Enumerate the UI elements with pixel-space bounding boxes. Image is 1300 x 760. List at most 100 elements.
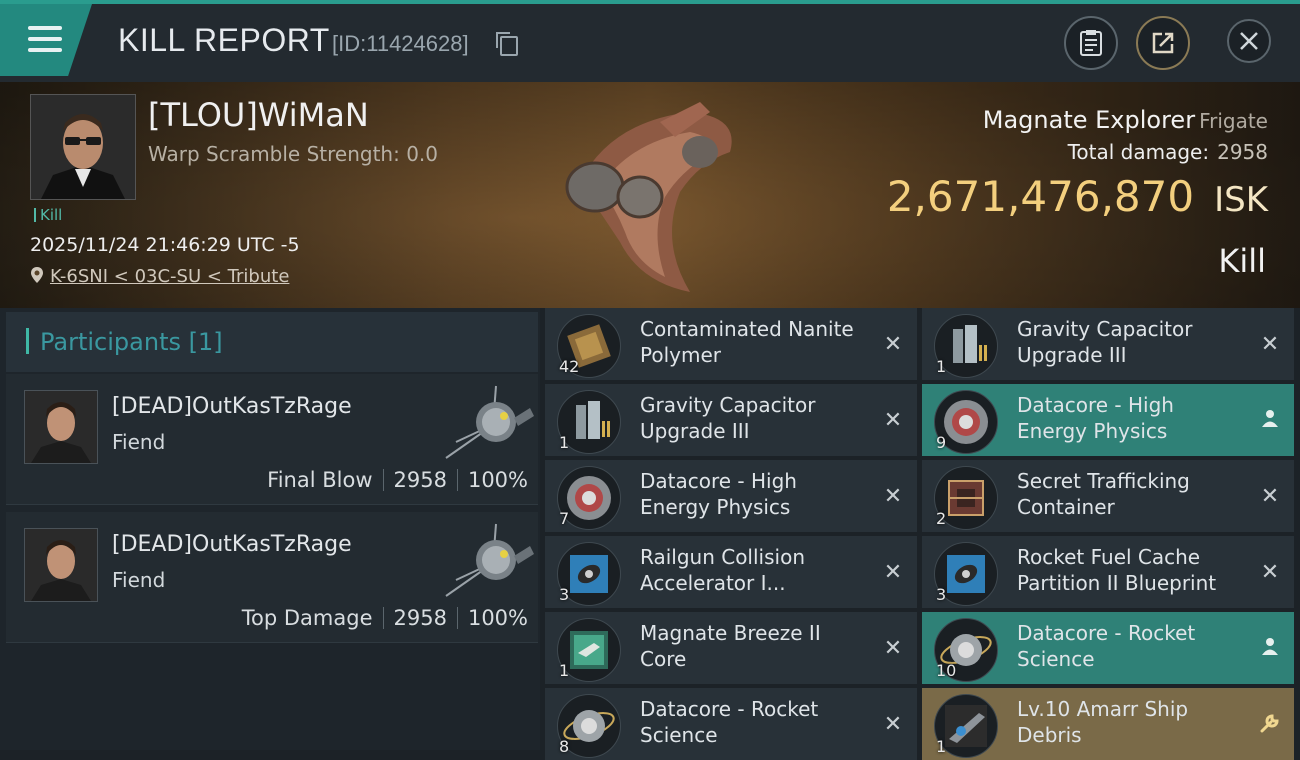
participants-header: Participants [1] [6, 312, 538, 372]
isk-value: 2,671,476,870 [886, 172, 1195, 221]
item-name: Gravity Capacitor Upgrade III [1017, 317, 1193, 367]
clipboard-button[interactable] [1064, 16, 1118, 70]
item-row[interactable]: 7 Datacore - High Energy Physics ✕ [545, 460, 917, 532]
items-grid: 42 Contaminated Nanite Polymer ✕ 1 Gravi… [545, 308, 1300, 760]
item-row[interactable]: 42 Contaminated Nanite Polymer ✕ [545, 308, 917, 380]
item-quantity: 1 [936, 737, 947, 756]
victim-summary: [TLOU]WiMaN Warp Scramble Strength: 0.0 … [0, 82, 1300, 308]
isk-loss: 2,671,476,870 ISK [887, 172, 1268, 221]
item-quantity: 2 [936, 509, 947, 528]
item-name: Datacore - Rocket Science [1017, 621, 1196, 671]
item-quantity: 1 [559, 661, 570, 680]
participant-stats: Top Damage 2958 100% [242, 606, 528, 630]
item-quantity: 3 [936, 585, 947, 604]
share-icon [1152, 32, 1174, 54]
person-icon [1258, 408, 1282, 434]
ship-name: Magnate Explorer Frigate [982, 106, 1268, 134]
destroyed-icon: ✕ [1260, 332, 1280, 357]
item-row[interactable]: 8 Datacore - Rocket Science ✕ [545, 688, 917, 760]
total-damage-value: 2958 [1217, 140, 1268, 164]
item-quantity: 9 [936, 433, 947, 452]
item-row[interactable]: 2 Secret Trafficking Container ✕ [922, 460, 1294, 532]
kill-tag-label: Kill [40, 206, 63, 224]
participant-name: [DEAD]OutKasTzRage [112, 532, 352, 557]
item-name: Magnate Breeze II Core [640, 621, 821, 671]
page-title: KILL REPORT [118, 22, 330, 58]
victim-name[interactable]: [TLOU]WiMaN [148, 96, 369, 134]
participants-count: [1] [188, 328, 223, 356]
clipboard-icon [1080, 30, 1102, 56]
share-button[interactable] [1136, 16, 1190, 70]
item-name: Datacore - High Energy Physics [1017, 393, 1174, 443]
participant-ship: Fiend [112, 568, 166, 592]
item-row[interactable]: 9 Datacore - High Energy Physics [922, 384, 1294, 456]
total-damage: Total damage: 2958 [1067, 140, 1268, 164]
destroyed-icon: ✕ [883, 484, 903, 509]
participant-avatar[interactable] [24, 390, 98, 464]
report-id: [ID:11424628] [332, 31, 469, 56]
item-name: Lv.10 Amarr Ship Debris [1017, 697, 1189, 747]
item-name: Contaminated Nanite Polymer [640, 317, 854, 367]
person-icon [1258, 636, 1282, 662]
participant-percent: 100% [467, 606, 528, 630]
item-quantity: 8 [559, 737, 570, 756]
participant-ship: Fiend [112, 430, 166, 454]
item-name: Rocket Fuel Cache Partition II Blueprint [1017, 545, 1217, 595]
participant-name: [DEAD]OutKasTzRage [112, 394, 352, 419]
destroyed-icon: ✕ [883, 408, 903, 433]
item-quantity: 7 [559, 509, 570, 528]
kill-tag: Kill [34, 206, 62, 224]
destroyed-icon: ✕ [883, 560, 903, 585]
item-name: Datacore - High Energy Physics [640, 469, 797, 519]
victim-ship-image [565, 102, 732, 292]
participant-role: Final Blow [267, 468, 373, 492]
item-name: Railgun Collision Accelerator I... [640, 545, 805, 595]
item-quantity: 3 [559, 585, 570, 604]
kill-timestamp: 2025/11/24 21:46:29 UTC -5 [30, 234, 300, 256]
participant-role: Top Damage [241, 606, 373, 630]
copy-icon[interactable] [496, 32, 518, 56]
destroyed-icon: ✕ [1260, 560, 1280, 585]
isk-unit: ISK [1214, 180, 1268, 220]
participant-row[interactable]: [DEAD]OutKasTzRage Fiend Final Blow 2958 1… [6, 374, 538, 505]
kill-result: Kill [1218, 242, 1266, 280]
menu-icon [28, 26, 62, 30]
item-quantity: 1 [559, 433, 570, 452]
item-name: Datacore - Rocket Science [640, 697, 819, 747]
item-row[interactable]: 1 Lv.10 Amarr Ship Debris [922, 688, 1294, 760]
item-row[interactable]: 3 Railgun Collision Accelerator I... ✕ [545, 536, 917, 608]
participants-panel: Participants [1] [DEAD]OutKasTzRage Fien… [0, 308, 540, 750]
participant-damage: 2958 [393, 468, 447, 492]
participants-title: Participants [40, 328, 181, 356]
location-pin-icon [31, 267, 43, 283]
participant-avatar[interactable] [24, 528, 98, 602]
header-bar: KILL REPORT [ID:11424628] [0, 0, 1300, 82]
destroyed-icon: ✕ [883, 636, 903, 661]
item-row[interactable]: 1 Gravity Capacitor Upgrade III ✕ [545, 384, 917, 456]
participant-row[interactable]: [DEAD]OutKasTzRage Fiend Top Damage 2958 1… [6, 512, 538, 643]
close-button[interactable] [1224, 16, 1274, 66]
item-row[interactable]: 1 Gravity Capacitor Upgrade III ✕ [922, 308, 1294, 380]
item-row[interactable]: 3 Rocket Fuel Cache Partition II Bluepri… [922, 536, 1294, 608]
item-name: Secret Trafficking Container [1017, 469, 1190, 519]
item-quantity: 42 [559, 357, 580, 376]
header-accent-line [0, 0, 1300, 4]
item-quantity: 10 [936, 661, 957, 680]
participant-ship-icon [445, 385, 534, 459]
menu-button[interactable] [0, 4, 92, 76]
participant-percent: 100% [467, 468, 528, 492]
item-row[interactable]: 1 Magnate Breeze II Core ✕ [545, 612, 917, 684]
victim-avatar[interactable] [30, 94, 136, 200]
participant-stats: Final Blow 2958 100% [267, 468, 528, 492]
kill-location[interactable]: K-6SNI < 03C-SU < Tribute [30, 266, 289, 287]
participant-ship-icon [445, 523, 534, 597]
wrench-icon [1258, 712, 1282, 740]
warp-scramble-strength: Warp Scramble Strength: 0.0 [148, 142, 439, 166]
close-icon [1227, 19, 1271, 63]
item-row[interactable]: 10 Datacore - Rocket Science [922, 612, 1294, 684]
item-quantity: 1 [936, 357, 947, 376]
location-link[interactable]: K-6SNI < 03C-SU < Tribute [50, 266, 289, 287]
destroyed-icon: ✕ [883, 332, 903, 357]
item-name: Gravity Capacitor Upgrade III [640, 393, 816, 443]
destroyed-icon: ✕ [1260, 484, 1280, 509]
